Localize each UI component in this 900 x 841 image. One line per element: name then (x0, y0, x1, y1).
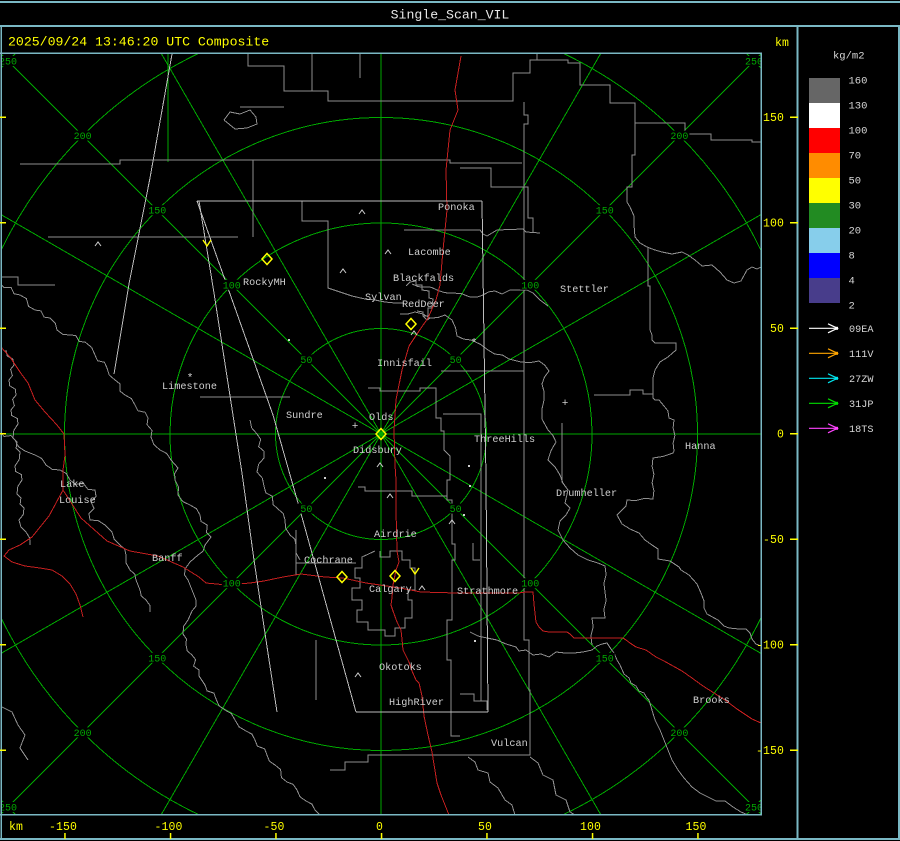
svg-text:100: 100 (521, 580, 539, 591)
svg-text:100: 100 (521, 281, 539, 292)
svg-text:111V: 111V (849, 350, 874, 361)
svg-text:Strathmore: Strathmore (457, 586, 518, 598)
svg-text:Brooks: Brooks (693, 695, 730, 707)
svg-text:130: 130 (849, 100, 868, 112)
svg-text:Blackfalds: Blackfalds (393, 273, 454, 285)
svg-text:*: * (471, 338, 478, 350)
svg-text:250: 250 (745, 58, 763, 69)
svg-text:30: 30 (849, 200, 862, 212)
svg-text:200: 200 (670, 729, 688, 740)
svg-text:50: 50 (450, 356, 462, 367)
svg-text:31JP: 31JP (849, 400, 873, 411)
svg-text:250: 250 (745, 804, 763, 815)
svg-text:Hanna: Hanna (685, 442, 716, 453)
svg-text:-150: -150 (49, 821, 77, 834)
svg-text:50: 50 (450, 505, 462, 516)
svg-text:200: 200 (670, 132, 688, 143)
svg-text:150: 150 (763, 112, 784, 125)
svg-text:8: 8 (849, 250, 855, 262)
svg-text:Single_Scan_VIL: Single_Scan_VIL (391, 8, 510, 23)
svg-text:0: 0 (376, 821, 383, 834)
svg-text:150: 150 (148, 654, 166, 665)
svg-text:100: 100 (763, 218, 784, 231)
svg-text:150: 150 (596, 654, 614, 665)
svg-text:Banff: Banff (152, 553, 183, 565)
svg-text:Louise: Louise (59, 495, 96, 507)
svg-text:4: 4 (849, 275, 855, 287)
svg-text:Olds: Olds (369, 412, 393, 424)
svg-text:150: 150 (148, 207, 166, 218)
svg-text:Calgary: Calgary (369, 584, 412, 596)
svg-text:Vulcan: Vulcan (491, 738, 528, 750)
svg-text:200: 200 (74, 132, 92, 143)
svg-text:50: 50 (849, 175, 862, 187)
svg-text:Ponoka: Ponoka (438, 202, 475, 214)
svg-text:50: 50 (478, 821, 492, 834)
svg-text:+: + (562, 398, 569, 410)
svg-text:Lacombe: Lacombe (408, 247, 451, 259)
svg-text:km: km (9, 821, 23, 834)
svg-text:200: 200 (74, 729, 92, 740)
svg-text:100: 100 (223, 281, 241, 292)
svg-text:100: 100 (580, 821, 601, 834)
svg-text:kg/m2: kg/m2 (833, 51, 865, 63)
svg-text:+: + (352, 421, 359, 433)
svg-text:50: 50 (300, 356, 312, 367)
svg-text:20: 20 (849, 225, 862, 237)
svg-text:50: 50 (770, 323, 784, 336)
svg-text:Sylvan: Sylvan (365, 292, 402, 304)
svg-text:18TS: 18TS (849, 425, 873, 436)
svg-text:250: 250 (0, 804, 17, 815)
svg-text:RedDeer: RedDeer (402, 299, 445, 311)
svg-text:RockyMH: RockyMH (243, 277, 286, 289)
svg-text:2025/09/24 13:46:20 UTC Compos: 2025/09/24 13:46:20 UTC Composite (8, 35, 269, 50)
svg-text:150: 150 (596, 207, 614, 218)
svg-text:-150: -150 (756, 745, 784, 758)
svg-text:100: 100 (223, 580, 241, 591)
svg-text:70: 70 (849, 150, 862, 162)
svg-text:Okotoks: Okotoks (379, 662, 422, 674)
svg-text:Sundre: Sundre (286, 410, 323, 422)
svg-text:-50: -50 (763, 534, 784, 547)
svg-text:Stettler: Stettler (560, 284, 609, 296)
svg-text:2: 2 (849, 300, 855, 312)
svg-text:09EA: 09EA (849, 325, 874, 336)
svg-text:Didsbury: Didsbury (353, 445, 402, 457)
svg-text:250: 250 (0, 58, 17, 69)
svg-text:Cochrane: Cochrane (304, 555, 353, 567)
svg-text:HighRiver: HighRiver (389, 697, 444, 709)
svg-text:Innisfail: Innisfail (377, 358, 432, 370)
svg-text:27ZW: 27ZW (849, 375, 874, 386)
svg-text:-100: -100 (154, 821, 182, 834)
svg-text:0: 0 (777, 429, 784, 442)
svg-text:ThreeHills: ThreeHills (474, 434, 535, 446)
svg-text:50: 50 (300, 505, 312, 516)
svg-text:-50: -50 (263, 821, 284, 834)
svg-text:Lake: Lake (60, 479, 84, 491)
svg-text:*: * (187, 373, 194, 385)
svg-text:100: 100 (849, 125, 868, 137)
svg-text:Airdrie: Airdrie (374, 529, 417, 541)
svg-text:km: km (775, 37, 789, 50)
svg-text:160: 160 (849, 75, 868, 87)
svg-text:150: 150 (685, 821, 706, 834)
svg-text:-100: -100 (756, 640, 784, 653)
svg-text:Drumheller: Drumheller (556, 488, 617, 500)
